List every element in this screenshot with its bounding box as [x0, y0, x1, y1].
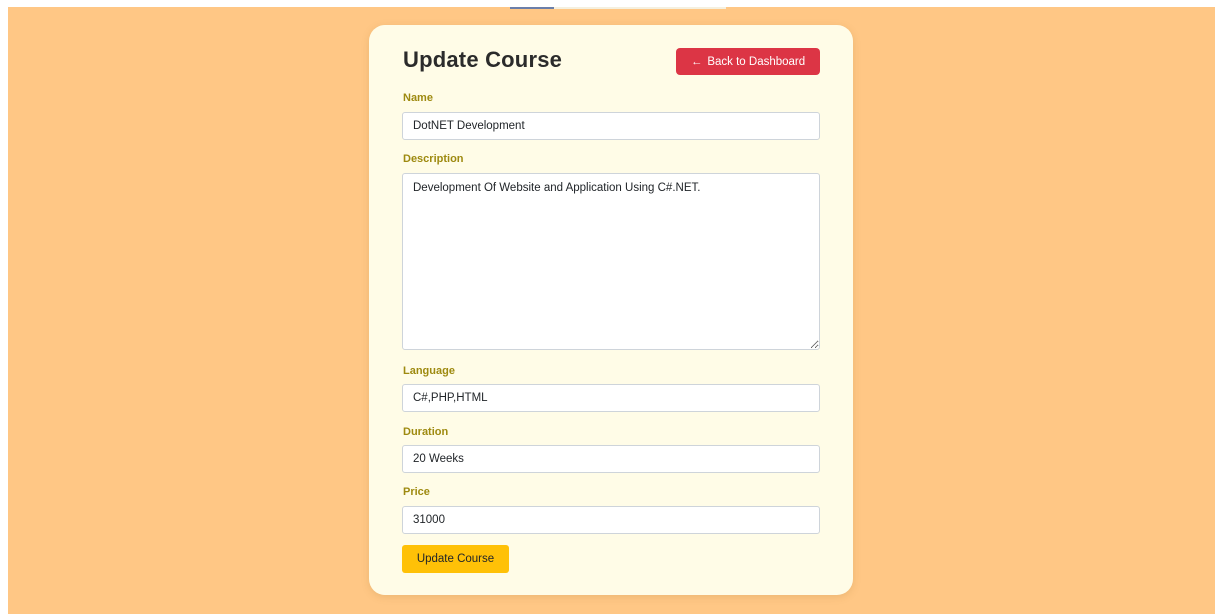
top-nav-remnant-accent	[510, 7, 554, 9]
language-label: Language	[403, 365, 455, 377]
page-title: Update Course	[403, 47, 563, 72]
name-input[interactable]	[402, 112, 820, 140]
name-label: Name	[403, 92, 433, 104]
price-input[interactable]	[402, 506, 820, 534]
price-label: Price	[403, 486, 430, 498]
back-to-dashboard-button[interactable]: ← Back to Dashboard	[676, 48, 820, 75]
update-course-card: Update Course ← Back to Dashboard Name D…	[369, 25, 853, 595]
update-course-button[interactable]: Update Course	[402, 545, 509, 573]
language-input[interactable]	[402, 384, 820, 412]
back-to-dashboard-label: Back to Dashboard	[707, 55, 806, 68]
duration-label: Duration	[403, 426, 449, 438]
description-textarea[interactable]: Development Of Website and Application U…	[402, 173, 820, 350]
description-label: Description	[403, 153, 464, 165]
arrow-left-icon: ←	[690, 55, 703, 68]
duration-input[interactable]	[402, 445, 820, 473]
top-nav-remnant	[510, 7, 726, 9]
